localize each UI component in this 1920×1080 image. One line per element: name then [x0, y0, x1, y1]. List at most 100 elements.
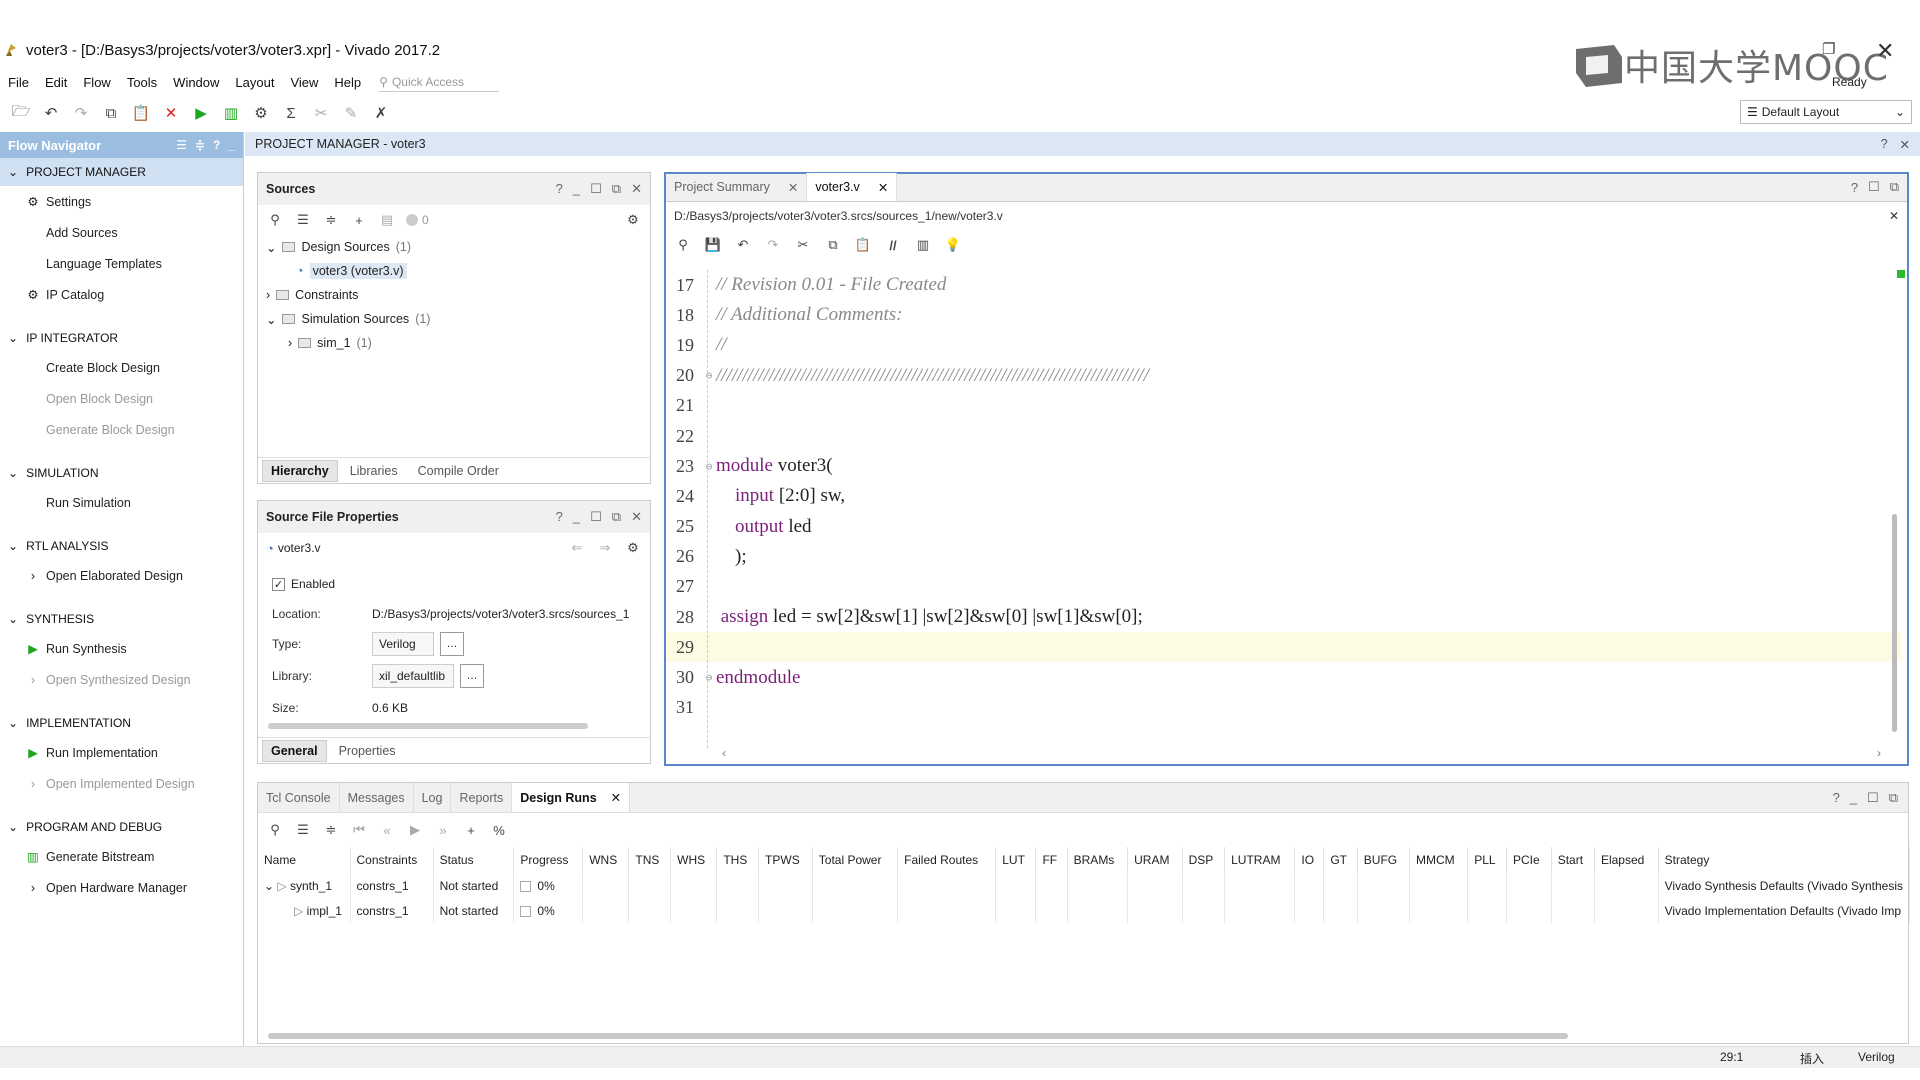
- float-icon[interactable]: ⧉: [1890, 179, 1899, 195]
- section-simulation[interactable]: ⌄ SIMULATION: [0, 459, 243, 487]
- col-header[interactable]: Name: [258, 847, 351, 873]
- nav-ip-catalog[interactable]: ⚙ IP Catalog: [0, 279, 243, 310]
- enabled-checkbox[interactable]: ✓: [272, 577, 285, 591]
- tab-libraries[interactable]: Libraries: [342, 461, 406, 481]
- menu-file[interactable]: File: [0, 75, 37, 90]
- code-area[interactable]: 17 // Revision 0.01 - File Created 18 // A…: [666, 270, 1901, 748]
- help-icon[interactable]: ?: [213, 138, 220, 152]
- nav-settings[interactable]: ⚙ Settings: [0, 186, 243, 217]
- save-icon[interactable]: 💾: [704, 236, 722, 254]
- col-header[interactable]: TNS: [628, 847, 672, 873]
- back-arrow-icon[interactable]: ⇐: [568, 539, 586, 557]
- nav-generate-block-design[interactable]: Generate Block Design: [0, 414, 243, 445]
- chevron-down-icon[interactable]: ⌄: [264, 879, 274, 893]
- col-header[interactable]: URAM: [1127, 847, 1183, 873]
- properties-hscroll[interactable]: [262, 723, 634, 731]
- vertical-scrollbar[interactable]: [1892, 514, 1897, 732]
- tab-properties[interactable]: Properties: [331, 741, 404, 761]
- float-icon[interactable]: ⧉: [612, 509, 621, 525]
- type-browse-button[interactable]: …: [440, 632, 464, 656]
- tree-design-sources[interactable]: ⌄ Design Sources (1): [266, 235, 650, 259]
- nav-open-implemented-design[interactable]: › Open Implemented Design: [0, 768, 243, 799]
- gear-icon[interactable]: ⚙: [624, 211, 642, 229]
- redo-icon[interactable]: ↷: [764, 236, 782, 254]
- col-header[interactable]: Strategy: [1658, 847, 1911, 873]
- col-header[interactable]: BRAMs: [1067, 847, 1129, 873]
- col-header[interactable]: Start: [1551, 847, 1595, 873]
- nav-open-elaborated-design[interactable]: › Open Elaborated Design: [0, 560, 243, 591]
- col-header[interactable]: WNS: [582, 847, 630, 873]
- col-header[interactable]: Status: [433, 847, 515, 873]
- horizontal-scrollbar[interactable]: [268, 1033, 1568, 1039]
- col-header[interactable]: IO: [1294, 847, 1325, 873]
- col-header[interactable]: THS: [716, 847, 760, 873]
- fold-icon[interactable]: ⊖: [702, 369, 716, 382]
- menu-flow[interactable]: Flow: [75, 75, 118, 90]
- layout-dropdown[interactable]: ☰ Default Layout ⌄: [1740, 100, 1912, 124]
- undo-icon[interactable]: ↶: [40, 102, 62, 124]
- first-icon[interactable]: ⏮: [350, 821, 368, 839]
- minimize-icon[interactable]: _: [228, 138, 235, 152]
- column-icon[interactable]: ▥: [914, 236, 932, 254]
- run-icon[interactable]: ▶: [190, 102, 212, 124]
- minimize-icon[interactable]: _: [1850, 790, 1857, 805]
- tree-sim1[interactable]: › sim_1 (1): [266, 331, 650, 355]
- table-row[interactable]: ⌄ ▷ synth_1 constrs_1 Not started 0% Viv…: [258, 873, 1911, 898]
- nav-open-hardware-manager[interactable]: › Open Hardware Manager: [0, 872, 243, 903]
- section-rtl-analysis[interactable]: ⌄ RTL ANALYSIS: [0, 532, 243, 560]
- tree-simulation-sources[interactable]: ⌄ Simulation Sources (1): [266, 307, 650, 331]
- nav-open-synthesized-design[interactable]: › Open Synthesized Design: [0, 664, 243, 695]
- col-header[interactable]: LUT: [995, 847, 1037, 873]
- search-icon[interactable]: ⚲: [266, 211, 284, 229]
- tree-constraints[interactable]: › Constraints: [266, 283, 650, 307]
- tab-reports[interactable]: Reports: [451, 783, 513, 812]
- menu-help[interactable]: Help: [326, 75, 369, 90]
- col-header[interactable]: FF: [1035, 847, 1068, 873]
- expand-all-icon[interactable]: ≑: [322, 211, 340, 229]
- float-icon[interactable]: ⧉: [612, 181, 621, 197]
- tab-project-summary[interactable]: Project Summary ✕: [666, 173, 808, 201]
- help-icon[interactable]: ?: [1881, 137, 1888, 152]
- close-icon[interactable]: ✕: [1889, 209, 1899, 223]
- undo-icon[interactable]: ↶: [734, 236, 752, 254]
- section-program-debug[interactable]: ⌄ PROGRAM AND DEBUG: [0, 813, 243, 841]
- table-row[interactable]: ▷ impl_1 constrs_1 Not started 0% Vivado…: [258, 898, 1911, 923]
- col-header[interactable]: TPWS: [758, 847, 813, 873]
- collapse-all-icon[interactable]: ☰: [294, 821, 312, 839]
- library-browse-button[interactable]: …: [460, 664, 484, 688]
- nav-run-implementation[interactable]: ▶ Run Implementation: [0, 737, 243, 768]
- bitstream-icon[interactable]: ▥: [220, 102, 242, 124]
- menu-layout[interactable]: Layout: [227, 75, 282, 90]
- comment-icon[interactable]: //: [884, 236, 902, 254]
- lightbulb-icon[interactable]: 💡: [944, 236, 962, 254]
- expand-all-icon[interactable]: ≑: [322, 821, 340, 839]
- tab-voter3-v[interactable]: voter3.v ✕: [807, 173, 898, 201]
- close-icon[interactable]: ✕: [878, 180, 888, 195]
- paste-icon[interactable]: 📋: [130, 102, 152, 124]
- menu-window[interactable]: Window: [165, 75, 227, 90]
- tree-voter3[interactable]: ◔ voter3 (voter3.v): [266, 259, 650, 283]
- document-icon[interactable]: ▤: [378, 211, 396, 229]
- col-header[interactable]: MMCM: [1409, 847, 1469, 873]
- quick-access-search[interactable]: ⚲ Quick Access: [379, 72, 500, 92]
- menu-edit[interactable]: Edit: [37, 75, 75, 90]
- nav-language-templates[interactable]: Language Templates: [0, 248, 243, 279]
- minimize-icon[interactable]: _: [573, 509, 580, 525]
- sigma-icon[interactable]: Σ: [280, 102, 302, 124]
- redo-icon[interactable]: ↷: [70, 102, 92, 124]
- scroll-left-icon[interactable]: ‹: [722, 746, 726, 760]
- col-header[interactable]: PLL: [1467, 847, 1507, 873]
- nav-generate-bitstream[interactable]: ▥ Generate Bitstream: [0, 841, 243, 872]
- search-icon[interactable]: ⚲: [674, 236, 692, 254]
- close-icon[interactable]: ✕: [1900, 137, 1910, 152]
- percent-icon[interactable]: %: [490, 821, 508, 839]
- tab-tcl-console[interactable]: Tcl Console: [258, 783, 340, 812]
- help-icon[interactable]: ?: [1851, 180, 1858, 195]
- col-header[interactable]: Elapsed: [1594, 847, 1659, 873]
- tab-messages[interactable]: Messages: [340, 783, 414, 812]
- previous-icon[interactable]: «: [378, 821, 396, 839]
- menu-view[interactable]: View: [282, 75, 326, 90]
- col-header[interactable]: WHS: [670, 847, 718, 873]
- nav-run-synthesis[interactable]: ▶ Run Synthesis: [0, 633, 243, 664]
- maximize-icon[interactable]: ☐: [590, 509, 602, 525]
